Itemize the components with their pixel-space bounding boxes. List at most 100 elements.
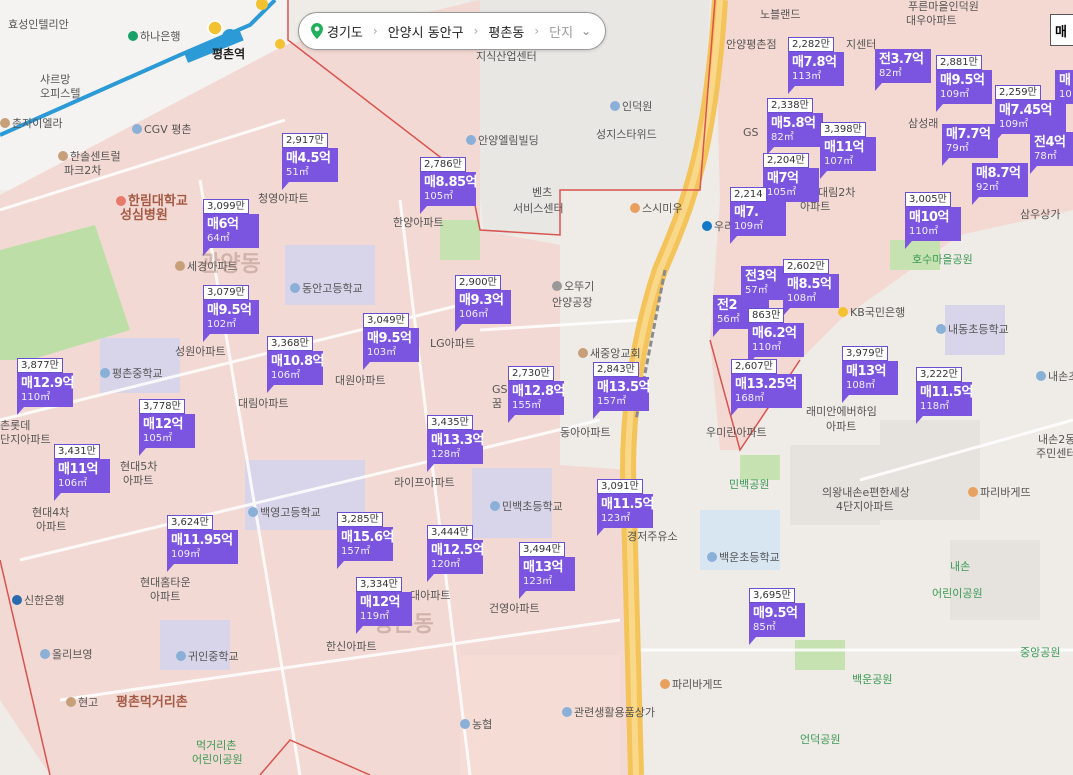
listing-marker[interactable]: 2,843만 매13.5억 157㎡ <box>593 357 651 419</box>
poi-label-baekyeong[interactable]: 백영고등학교 <box>248 506 321 519</box>
poi-label-samusang[interactable]: 삼우상가 <box>1020 208 1060 221</box>
poi-label-paris[interactable]: 파리바게뜨 <box>968 486 1031 499</box>
listing-marker[interactable]: 2,602만 매8.5억 108㎡ <box>783 254 840 316</box>
poi-label-cgv[interactable]: CGV 평촌 <box>132 123 191 136</box>
poi-label-hana[interactable]: 하나은행 <box>128 30 180 43</box>
poi-label-hyundai5[interactable]: 현대5차 <box>120 460 157 473</box>
poi-label-minbaek_es[interactable]: 민백초등학교 <box>490 500 563 513</box>
listing-marker[interactable]: 3,778만 매12억 105㎡ <box>139 394 196 456</box>
poi-label-uiwang2[interactable]: 4단지아파트 <box>836 500 894 513</box>
breadcrumb-city[interactable]: 안양시 동안구 <box>388 22 464 41</box>
listing-marker[interactable]: 3,398만 매11억 107㎡ <box>820 117 877 179</box>
poi-label-prugeun2[interactable]: 대우아파트 <box>906 14 957 27</box>
listing-marker[interactable]: 3,005만 매10억 110㎡ <box>905 187 962 249</box>
poi-label-seongji[interactable]: 성지스타위드 <box>596 128 657 141</box>
listing-marker[interactable]: 2,607만 매13.25억 168㎡ <box>731 354 803 416</box>
poi-label-sumae_park[interactable]: 호수마을공원 <box>912 253 973 266</box>
listing-marker[interactable]: 3,877만 매12.9억 110㎡ <box>17 353 75 415</box>
poi-label-naeson_park2[interactable]: 어린이공원 <box>932 587 983 600</box>
poi-label-raemian2[interactable]: 아파트 <box>826 420 856 433</box>
listing-marker[interactable]: 3,285만 매15.6억 157㎡ <box>337 507 395 569</box>
poi-label-daerim2[interactable]: 대림2차 <box>818 186 855 199</box>
listing-marker[interactable]: 2,881만 매9.5억 109㎡ <box>936 50 993 112</box>
poi-label-jungang_park[interactable]: 중앙공원 <box>1020 646 1060 659</box>
poi-label-hyundai4[interactable]: 현대4차 <box>32 506 69 519</box>
poi-label-benz2[interactable]: 서비스센터 <box>513 202 564 215</box>
poi-label-prugeun[interactable]: 푸른마을인덕원 <box>908 0 979 13</box>
poi-label-hyundai5b[interactable]: 아파트 <box>123 474 153 487</box>
region-breadcrumb[interactable]: 경기도 › 안양시 동안구 › 평촌동 › 단지 ⌄ <box>298 12 607 50</box>
poi-label-gseon[interactable]: GS <box>492 383 508 396</box>
poi-label-hyundai_home2[interactable]: 아파트 <box>150 590 180 603</box>
poi-label-park2[interactable]: 파크2차 <box>64 164 101 177</box>
listing-marker[interactable]: 2,338만 매5.8억 82㎡ <box>767 93 824 155</box>
corner-panel-label[interactable]: 매 <box>1050 14 1073 46</box>
poi-label-meokgeori[interactable]: 평촌먹거리촌 <box>116 696 188 709</box>
poi-label-sushi[interactable]: 스시미우 <box>630 202 682 215</box>
poi-label-hansin[interactable]: 한신아파트 <box>326 640 377 653</box>
listing-marker[interactable]: 3,099만 매6억 64㎡ <box>203 194 260 256</box>
poi-label-lg[interactable]: LG아파트 <box>430 337 475 350</box>
poi-label-pyeongchon_station[interactable]: 평촌역 <box>212 48 245 61</box>
poi-label-uiwang[interactable]: 의왕내손e편한세상 <box>822 486 910 499</box>
poi-label-gwanyang_dong[interactable]: 관양동 <box>200 254 261 276</box>
poi-label-hyundai4b[interactable]: 아파트 <box>36 520 66 533</box>
poi-label-nobeland[interactable]: 노블랜드 <box>760 8 800 21</box>
poi-label-lotte2[interactable]: 단지아파트 <box>0 433 51 446</box>
listing-marker[interactable]: 3,334만 매12억 119㎡ <box>356 572 413 634</box>
poi-label-ottogi2[interactable]: 안양공장 <box>552 296 592 309</box>
poi-label-jichung[interactable]: 지센터 <box>846 38 876 51</box>
poi-label-daerim[interactable]: 대림아파트 <box>238 397 289 410</box>
breadcrumb-province[interactable]: 경기도 <box>311 22 363 41</box>
listing-marker[interactable]: 전3.7억 82㎡ <box>875 29 932 91</box>
poi-label-lhwoo[interactable]: 촌자이엘라 <box>0 117 63 130</box>
poi-label-anyang_bld[interactable]: 안양엘림빌딩 <box>466 134 539 147</box>
listing-marker[interactable]: 863만 매6.2억 110㎡ <box>748 303 805 365</box>
breadcrumb-dong[interactable]: 평촌동 <box>488 22 524 41</box>
poi-label-hansol[interactable]: 한솔센트럴 <box>58 150 121 163</box>
poi-label-kb[interactable]: KB국민은행 <box>838 306 905 319</box>
listing-marker[interactable]: 2,214 매7. 109㎡ <box>730 182 787 244</box>
poi-label-nobeland2[interactable]: 안양평촌점 <box>726 38 777 51</box>
poi-label-eondeok[interactable]: 언덕공원 <box>800 733 840 746</box>
poi-label-hyundai_home[interactable]: 현대홈타운 <box>140 576 191 589</box>
listing-marker[interactable]: 2,786만 매8.85억 105㎡ <box>420 152 478 214</box>
poi-label-seongwon[interactable]: 성원아파트 <box>175 345 226 358</box>
listing-marker[interactable]: 2,730만 매12.8억 155㎡ <box>508 361 566 423</box>
poi-label-gwiin[interactable]: 귀인중학교 <box>176 650 239 663</box>
listing-marker[interactable]: 3,079만 매9.5억 102㎡ <box>203 280 260 342</box>
poi-label-donggan_hs[interactable]: 동안고등학교 <box>290 282 363 295</box>
poi-label-gs[interactable]: GS <box>743 126 759 139</box>
poi-label-raemian[interactable]: 래미안에버하임 <box>806 405 877 418</box>
listing-marker[interactable]: 3,049만 매9.5억 103㎡ <box>363 308 420 370</box>
poi-label-sungsim[interactable]: 성심병원 <box>120 209 168 222</box>
poi-label-benz[interactable]: 벤츠 <box>532 186 552 199</box>
poi-label-nonghyup[interactable]: 농협 <box>460 718 492 731</box>
poi-label-hanyang[interactable]: 한양아파트 <box>393 216 444 229</box>
poi-label-paris2[interactable]: 파리바게뜨 <box>660 678 723 691</box>
poi-label-pyeongchon_ms[interactable]: 평촌중학교 <box>100 367 163 380</box>
poi-label-gwanyang[interactable]: 관련생활용품상가 <box>562 706 655 719</box>
poi-label-naeson2b[interactable]: 주민센터 <box>1036 447 1073 460</box>
poi-label-dongah[interactable]: 동아아파트 <box>560 426 611 439</box>
listing-marker[interactable]: 3,368만 매10.8억 106㎡ <box>267 331 325 393</box>
listing-marker[interactable]: 3,979만 매13억 108㎡ <box>842 341 899 403</box>
poi-label-gseon2[interactable]: 꿈 <box>492 397 502 410</box>
poi-label-gyeong[interactable]: 경저주유소 <box>627 530 678 543</box>
poi-label-baekun_park[interactable]: 백운공원 <box>852 673 892 686</box>
listing-marker[interactable]: 2,282만 매7.8억 113㎡ <box>788 32 845 94</box>
listing-marker[interactable]: 3,624만 매11.95억 109㎡ <box>167 510 239 572</box>
listing-marker[interactable]: 전4억 78㎡ <box>1030 112 1073 174</box>
poi-label-umirin[interactable]: 우미린아파트 <box>706 426 767 439</box>
poi-label-naeson_es[interactable]: 내손초등학교 <box>1036 370 1073 383</box>
listing-marker[interactable]: 3,444만 매12.5억 120㎡ <box>427 520 485 582</box>
listing-marker[interactable]: 3,222만 매11.5억 118㎡ <box>916 362 974 424</box>
poi-label-baekun_es[interactable]: 백운초등학교 <box>707 551 780 564</box>
listing-marker[interactable]: 3,695만 매9.5억 85㎡ <box>749 583 806 645</box>
poi-label-meok_park2[interactable]: 어린이공원 <box>192 753 243 766</box>
poi-label-induk[interactable]: 인덕원 <box>610 100 652 113</box>
listing-marker[interactable]: 매8.7억 92㎡ <box>972 143 1029 205</box>
listing-marker[interactable]: 3,431만 매11억 106㎡ <box>54 439 111 501</box>
poi-label-naeson_park[interactable]: 내손 <box>950 560 970 573</box>
poi-label-sharom[interactable]: 샤르망 <box>40 73 70 86</box>
